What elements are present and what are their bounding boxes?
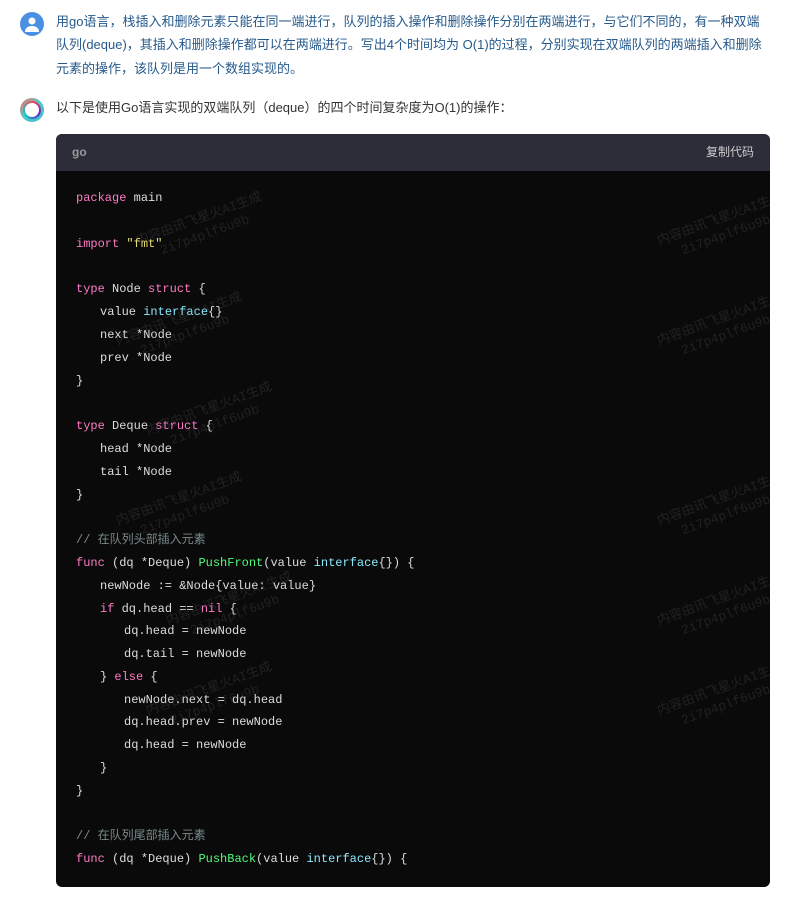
bot-avatar bbox=[20, 98, 44, 122]
bot-content: 以下是使用Go语言实现的双端队列（deque）的四个时间复杂度为O(1)的操作：… bbox=[56, 96, 770, 887]
bot-intro-text: 以下是使用Go语言实现的双端队列（deque）的四个时间复杂度为O(1)的操作： bbox=[56, 96, 770, 119]
user-message: 用go语言，栈插入和删除元素只能在同一端进行，队列的插入操作和删除操作分别在两端… bbox=[20, 10, 770, 80]
copy-code-button[interactable]: 复制代码 bbox=[706, 142, 754, 164]
bot-message: 以下是使用Go语言实现的双端队列（deque）的四个时间复杂度为O(1)的操作：… bbox=[20, 96, 770, 887]
code-header: go 复制代码 bbox=[56, 134, 770, 172]
code-block: go 复制代码 内容由讯飞星火AI生成2i7p4plf6u9b 内容由讯飞星火A… bbox=[56, 134, 770, 888]
user-text: 用go语言，栈插入和删除元素只能在同一端进行，队列的插入操作和删除操作分别在两端… bbox=[56, 10, 770, 80]
code-content: 内容由讯飞星火AI生成2i7p4plf6u9b 内容由讯飞星火AI生成2i7p4… bbox=[56, 171, 770, 887]
code-language-label: go bbox=[72, 142, 87, 164]
user-avatar bbox=[20, 12, 44, 36]
